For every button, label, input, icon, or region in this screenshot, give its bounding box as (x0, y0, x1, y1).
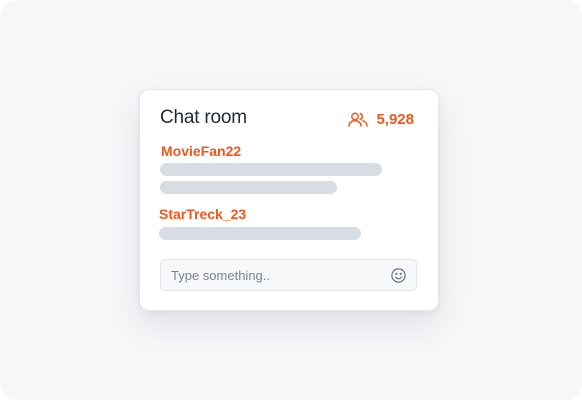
message-line-placeholder (159, 227, 361, 240)
message-username[interactable]: MovieFan22 (161, 143, 241, 159)
chat-room-title: Chat room (160, 107, 247, 128)
message-username[interactable]: StarTreck_23 (159, 206, 246, 222)
users-icon (348, 112, 369, 127)
page-background: Chat room 5,928 MovieFan22 StarTreck_23 (0, 0, 582, 400)
viewer-count-badge: 5,928 (348, 111, 414, 128)
chat-room-widget: Chat room 5,928 MovieFan22 StarTreck_23 (139, 89, 439, 311)
message-line-placeholder (160, 163, 382, 176)
viewer-count: 5,928 (376, 111, 414, 128)
message-composer (160, 259, 417, 291)
message-input[interactable] (161, 260, 381, 290)
smiley-face-icon[interactable] (391, 268, 406, 283)
message-line-placeholder (160, 181, 337, 194)
